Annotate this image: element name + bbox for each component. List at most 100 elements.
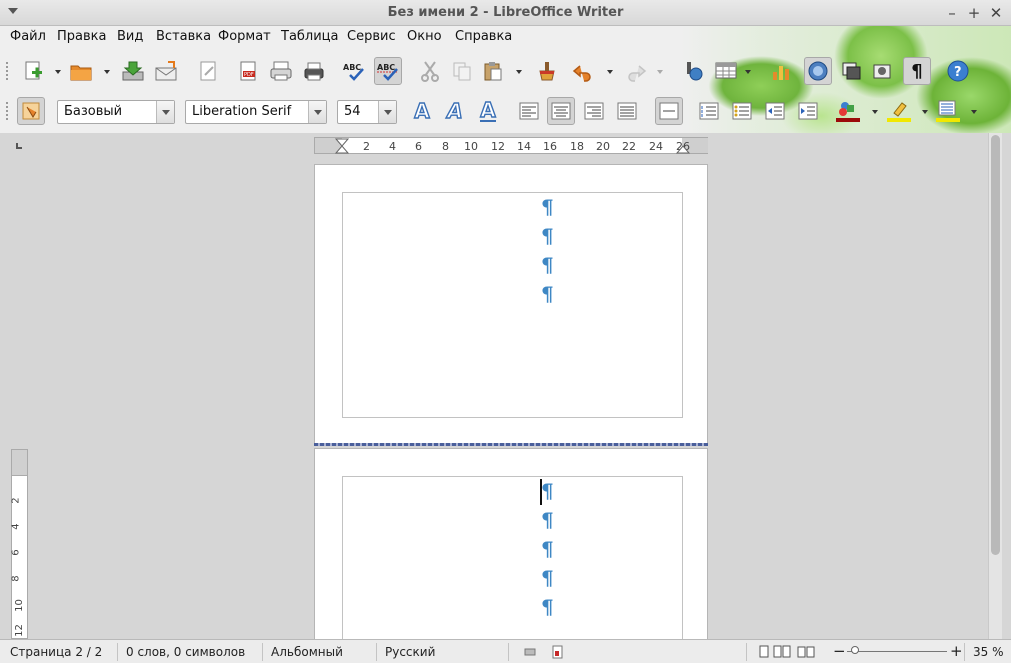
- single-page-view-icon[interactable]: [758, 645, 770, 659]
- menu-edit[interactable]: Правка: [57, 29, 106, 44]
- redo-icon[interactable]: [622, 58, 648, 84]
- font-name-dropdown-icon[interactable]: [308, 101, 326, 123]
- menu-file[interactable]: Файл: [10, 29, 46, 44]
- formatting-marks-icon[interactable]: ¶: [903, 57, 931, 85]
- navigator-icon[interactable]: [804, 57, 832, 85]
- undo-icon[interactable]: [571, 58, 597, 84]
- minimize-button[interactable]: –: [942, 3, 962, 23]
- underline-icon[interactable]: A: [475, 98, 501, 124]
- menu-window[interactable]: Окно: [407, 29, 442, 44]
- undo-dropdown-icon[interactable]: [607, 70, 613, 74]
- page-style-status[interactable]: Альбомный: [271, 645, 343, 659]
- background-color-dropdown-icon[interactable]: [971, 110, 977, 114]
- word-count-status[interactable]: 0 слов, 0 символов: [126, 645, 245, 659]
- align-right-icon[interactable]: [581, 98, 607, 124]
- background-color-icon[interactable]: [935, 98, 961, 124]
- paste-icon[interactable]: [480, 58, 506, 84]
- new-dropdown-icon[interactable]: [55, 70, 61, 74]
- highlighting-icon[interactable]: [886, 98, 912, 124]
- print-direct-icon[interactable]: [268, 58, 294, 84]
- menu-view[interactable]: Вид: [117, 29, 143, 44]
- tab-stop-type-icon[interactable]: [16, 143, 22, 149]
- table-dropdown-icon[interactable]: [745, 70, 751, 74]
- help-icon[interactable]: ?: [945, 58, 971, 84]
- increase-indent-icon[interactable]: [795, 98, 821, 124]
- gallery-icon[interactable]: [838, 58, 864, 84]
- zoom-in-button[interactable]: +: [950, 642, 963, 660]
- horizontal-ruler[interactable]: 2 4 6 8 10 12 14 16 18 20 22 24 26: [314, 137, 708, 154]
- data-sources-icon[interactable]: [869, 58, 895, 84]
- highlighting-dropdown-icon[interactable]: [922, 110, 928, 114]
- paragraph-style-combo[interactable]: Базовый: [57, 100, 175, 124]
- menu-help[interactable]: Справка: [455, 29, 512, 44]
- edit-mode-icon[interactable]: [195, 58, 221, 84]
- page-number-status[interactable]: Страница 2 / 2: [10, 645, 102, 659]
- font-size-combo[interactable]: 54: [337, 100, 397, 124]
- insert-mode-icon[interactable]: [524, 646, 536, 658]
- document-modified-icon[interactable]: [552, 645, 564, 659]
- page-1-text-area[interactable]: ¶ ¶ ¶ ¶: [342, 192, 683, 418]
- export-pdf-icon[interactable]: PDF: [235, 58, 261, 84]
- page-1[interactable]: ¶ ¶ ¶ ¶: [314, 164, 708, 444]
- insert-table-icon[interactable]: [713, 58, 739, 84]
- svg-text:PDF: PDF: [244, 72, 254, 78]
- font-color-icon[interactable]: [835, 98, 861, 124]
- open-dropdown-icon[interactable]: [104, 70, 110, 74]
- bold-icon[interactable]: A: [409, 98, 435, 124]
- align-left-icon[interactable]: [516, 98, 542, 124]
- zoom-slider-knob[interactable]: [851, 646, 859, 654]
- font-size-dropdown-icon[interactable]: [378, 101, 396, 123]
- insert-chart-icon[interactable]: [768, 58, 794, 84]
- autospellcheck-icon[interactable]: ABC: [374, 57, 402, 85]
- maximize-button[interactable]: +: [964, 3, 984, 23]
- save-icon[interactable]: [120, 58, 146, 84]
- decrease-indent-icon[interactable]: [762, 98, 788, 124]
- menu-table[interactable]: Таблица: [281, 29, 339, 44]
- toolbar-grip[interactable]: [6, 62, 9, 80]
- scrollbar-thumb[interactable]: [991, 135, 1000, 555]
- zoom-slider-track[interactable]: [847, 651, 947, 652]
- paste-dropdown-icon[interactable]: [516, 70, 522, 74]
- clone-formatting-icon[interactable]: [533, 58, 559, 84]
- left-indent-marker-icon[interactable]: [335, 138, 349, 154]
- menu-insert[interactable]: Вставка: [156, 29, 211, 44]
- vertical-ruler[interactable]: 2 4 6 8 10 12: [11, 449, 28, 639]
- page-2[interactable]: ¶ ¶ ¶ ¶ ¶: [314, 448, 708, 646]
- zoom-percent[interactable]: 35 %: [973, 645, 1004, 659]
- send-email-icon[interactable]: [153, 58, 179, 84]
- vertical-scrollbar[interactable]: [988, 133, 1002, 639]
- paragraph-style-dropdown-icon[interactable]: [156, 101, 174, 123]
- copy-icon[interactable]: [449, 58, 475, 84]
- font-color-dropdown-icon[interactable]: [872, 110, 878, 114]
- zoom-out-button[interactable]: −: [833, 642, 846, 660]
- ruler-tick: 2: [363, 140, 370, 153]
- toolbar-grip[interactable]: [6, 102, 9, 120]
- font-name-combo[interactable]: Liberation Serif: [185, 100, 327, 124]
- open-folder-icon[interactable]: [68, 58, 94, 84]
- italic-icon[interactable]: A: [442, 98, 468, 124]
- bullets-icon[interactable]: [729, 98, 755, 124]
- spellcheck-icon[interactable]: ABC: [341, 58, 367, 84]
- right-indent-marker-icon[interactable]: [676, 138, 690, 154]
- page-2-text-area[interactable]: ¶ ¶ ¶ ¶ ¶: [342, 476, 683, 646]
- menu-tools[interactable]: Сервис: [347, 29, 396, 44]
- print-preview-icon[interactable]: [301, 58, 327, 84]
- language-status[interactable]: Русский: [385, 645, 435, 659]
- close-button[interactable]: ✕: [986, 3, 1006, 23]
- justify-icon[interactable]: [614, 98, 640, 124]
- document-workspace[interactable]: 2 4 6 8 10 12 14 16 18 20 22 24 26 ¶ ¶ ¶…: [0, 133, 1011, 646]
- styles-and-formatting-icon[interactable]: [17, 97, 45, 125]
- paragraph-style-value: Базовый: [64, 104, 123, 119]
- numbering-icon[interactable]: [696, 98, 722, 124]
- line-spacing-icon[interactable]: [655, 97, 683, 125]
- ruler-tick: 16: [543, 140, 557, 153]
- paragraph-mark: ¶: [541, 508, 554, 532]
- menu-format[interactable]: Формат: [218, 29, 271, 44]
- hyperlink-icon[interactable]: [680, 58, 706, 84]
- book-view-icon[interactable]: [797, 645, 815, 659]
- cut-icon[interactable]: [417, 58, 443, 84]
- redo-dropdown-icon[interactable]: [657, 70, 663, 74]
- new-document-icon[interactable]: [20, 58, 46, 84]
- multi-page-view-icon[interactable]: [773, 645, 791, 659]
- align-center-icon[interactable]: [547, 97, 575, 125]
